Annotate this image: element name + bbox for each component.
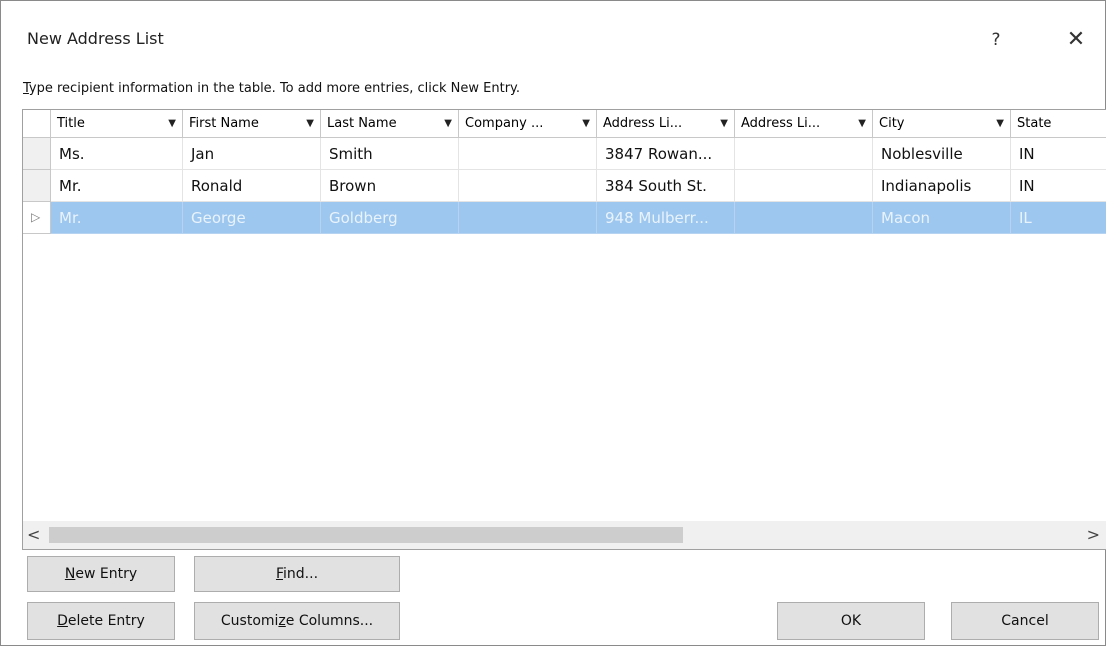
column-header-last-name[interactable]: Last Name ▼ bbox=[321, 110, 459, 138]
cell-company[interactable] bbox=[459, 202, 597, 234]
current-row-arrow-icon: ▷ bbox=[31, 210, 41, 224]
column-header-first-name[interactable]: First Name ▼ bbox=[183, 110, 321, 138]
title-bar: New Address List ? ✕ bbox=[1, 1, 1105, 73]
address-list-grid[interactable]: Title ▼ First Name ▼ Last Name ▼ Company ..… bbox=[22, 109, 1106, 523]
cell-first-name[interactable]: Ronald bbox=[183, 170, 321, 202]
dropdown-arrow-icon[interactable]: ▼ bbox=[306, 110, 314, 137]
cell-state[interactable]: IL bbox=[1011, 202, 1106, 234]
dropdown-arrow-icon[interactable]: ▼ bbox=[444, 110, 452, 137]
dialog-title: New Address List bbox=[27, 29, 164, 48]
cell-company[interactable] bbox=[459, 170, 597, 202]
cell-title[interactable]: Mr. bbox=[51, 170, 183, 202]
cancel-button[interactable]: Cancel bbox=[951, 602, 1099, 640]
new-address-list-dialog: New Address List ? ✕ Type recipient info… bbox=[0, 0, 1106, 646]
cell-address-line-1[interactable]: 3847 Rowan... bbox=[597, 138, 735, 170]
button-label: ind... bbox=[283, 566, 319, 582]
button-label: ew Entry bbox=[75, 566, 138, 582]
dropdown-arrow-icon[interactable]: ▼ bbox=[996, 110, 1004, 137]
row-header[interactable] bbox=[23, 170, 51, 202]
cell-state[interactable]: IN bbox=[1011, 138, 1106, 170]
cell-address-line-2[interactable] bbox=[735, 170, 873, 202]
corner-header bbox=[23, 110, 51, 138]
cell-city[interactable]: Macon bbox=[873, 202, 1011, 234]
cell-title[interactable]: Mr. bbox=[51, 202, 183, 234]
cell-first-name[interactable]: Jan bbox=[183, 138, 321, 170]
cell-address-line-2[interactable] bbox=[735, 138, 873, 170]
cell-last-name[interactable]: Goldberg bbox=[321, 202, 459, 234]
column-header-address-line-1[interactable]: Address Li... ▼ bbox=[597, 110, 735, 138]
instruction-rest: ype recipient information in the table. … bbox=[28, 81, 521, 96]
cell-last-name[interactable]: Brown bbox=[321, 170, 459, 202]
column-header-label: Title bbox=[57, 116, 85, 131]
scrollbar-thumb[interactable] bbox=[49, 527, 683, 543]
column-header-label: Last Name bbox=[327, 116, 397, 131]
cell-city[interactable]: Indianapolis bbox=[873, 170, 1011, 202]
column-header-label: City bbox=[879, 116, 905, 131]
dropdown-arrow-icon[interactable]: ▼ bbox=[720, 110, 728, 137]
column-header-label: First Name bbox=[189, 116, 259, 131]
cell-address-line-1[interactable]: 948 Mulberr... bbox=[597, 202, 735, 234]
cell-city[interactable]: Noblesville bbox=[873, 138, 1011, 170]
row-header[interactable]: ▷ bbox=[23, 202, 51, 234]
scroll-right-icon[interactable]: > bbox=[1087, 525, 1100, 544]
column-header-label: Company ... bbox=[465, 116, 544, 131]
new-entry-button[interactable]: New Entry bbox=[27, 556, 175, 592]
row-header[interactable] bbox=[23, 138, 51, 170]
find-button[interactable]: Find... bbox=[194, 556, 400, 592]
mnemonic: z bbox=[278, 613, 286, 629]
column-header-address-line-2[interactable]: Address Li... ▼ bbox=[735, 110, 873, 138]
button-label: elete Entry bbox=[67, 613, 145, 629]
cell-title[interactable]: Ms. bbox=[51, 138, 183, 170]
dropdown-arrow-icon[interactable]: ▼ bbox=[168, 110, 176, 137]
help-button[interactable]: ? bbox=[981, 25, 1011, 55]
column-header-state[interactable]: State bbox=[1011, 110, 1106, 138]
button-label: Customi bbox=[220, 613, 279, 629]
column-header-label: Address Li... bbox=[603, 116, 683, 131]
column-header-label: State bbox=[1017, 116, 1052, 131]
dropdown-arrow-icon[interactable]: ▼ bbox=[858, 110, 866, 137]
cell-address-line-1[interactable]: 384 South St. bbox=[597, 170, 735, 202]
instruction-text: Type recipient information in the table.… bbox=[23, 81, 520, 96]
cell-address-line-2[interactable] bbox=[735, 202, 873, 234]
column-header-label: Address Li... bbox=[741, 116, 821, 131]
ok-button[interactable]: OK bbox=[777, 602, 925, 640]
close-button[interactable]: ✕ bbox=[1061, 25, 1091, 55]
mnemonic: N bbox=[64, 566, 76, 582]
dropdown-arrow-icon[interactable]: ▼ bbox=[582, 110, 590, 137]
scroll-left-icon[interactable]: < bbox=[27, 525, 40, 544]
column-header-company[interactable]: Company ... ▼ bbox=[459, 110, 597, 138]
delete-entry-button[interactable]: Delete Entry bbox=[27, 602, 175, 640]
cell-last-name[interactable]: Smith bbox=[321, 138, 459, 170]
cell-first-name[interactable]: George bbox=[183, 202, 321, 234]
column-header-title[interactable]: Title ▼ bbox=[51, 110, 183, 138]
customize-columns-button[interactable]: Customize Columns... bbox=[194, 602, 400, 640]
horizontal-scrollbar[interactable]: < > bbox=[22, 521, 1106, 550]
button-label: e Columns... bbox=[285, 613, 374, 629]
mnemonic: D bbox=[57, 613, 68, 629]
cell-company[interactable] bbox=[459, 138, 597, 170]
mnemonic: F bbox=[275, 566, 284, 582]
column-header-city[interactable]: City ▼ bbox=[873, 110, 1011, 138]
cell-state[interactable]: IN bbox=[1011, 170, 1106, 202]
